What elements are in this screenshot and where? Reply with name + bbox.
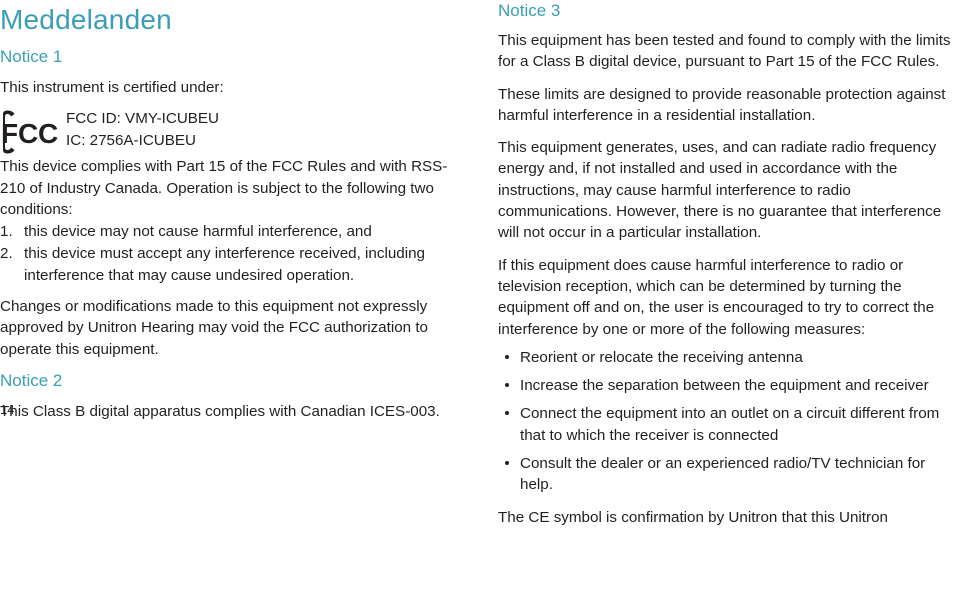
list-item: Connect the equipment into an outlet on … xyxy=(498,403,959,446)
measure-text: Consult the dealer or an experienced rad… xyxy=(520,455,926,494)
fcc-id-values: FCC ID: VMY-ICUBEU IC: 2756A-ICUBEU xyxy=(66,108,219,152)
measure-text: Reorient or relocate the receiving anten… xyxy=(520,348,803,366)
bullet-icon xyxy=(505,461,509,466)
svg-text:F: F xyxy=(1,118,18,149)
notice-1-section: Notice 1 This instrument is certified un… xyxy=(0,46,470,360)
measures-list: Reorient or relocate the receiving anten… xyxy=(498,347,959,496)
notice-1-heading: Notice 1 xyxy=(0,47,63,66)
svg-text:C: C xyxy=(38,118,58,149)
notice-3-paragraph: This equipment generates, uses, and can … xyxy=(498,139,942,242)
condition-text: this device must accept any interference… xyxy=(24,245,425,284)
svg-text:C: C xyxy=(18,118,38,149)
measure-text: Connect the equipment into an outlet on … xyxy=(520,405,940,444)
condition-number: 1. xyxy=(0,223,13,241)
notice-2-heading: Notice 2 xyxy=(0,370,63,390)
page-title: Meddelanden xyxy=(0,4,172,35)
page-number: 14 xyxy=(0,402,15,418)
list-item: Increase the separation between the equi… xyxy=(498,375,959,396)
list-item: Consult the dealer or an experienced rad… xyxy=(498,453,959,496)
notice-3-paragraph: These limits are designed to provide rea… xyxy=(498,85,946,124)
notice-2-section: Notice 2 This Class B digital apparatus … xyxy=(0,370,470,422)
notice-2-text: This Class B digital apparatus complies … xyxy=(0,402,440,420)
notice-3-closing: The CE symbol is confirmation by Unitron… xyxy=(498,508,888,526)
conditions-list: 1. this device may not cause harmful int… xyxy=(0,221,470,286)
compliance-text: This device complies with Part 15 of the… xyxy=(0,158,448,218)
measure-text: Increase the separation between the equi… xyxy=(520,377,929,395)
list-item: 1. this device may not cause harmful int… xyxy=(0,221,470,242)
changes-text: Changes or modifications made to this eq… xyxy=(0,298,429,358)
ic-id-text: IC: 2756A-ICUBEU xyxy=(66,132,196,150)
condition-number: 2. xyxy=(0,245,13,263)
notice-1-intro: This instrument is certified under: xyxy=(0,79,224,96)
notice-3-heading: Notice 3 xyxy=(498,1,561,20)
fcc-logo: FCC F C C xyxy=(0,110,58,154)
list-item: 2. this device must accept any interfere… xyxy=(0,243,470,286)
notice-3-paragraph: This equipment has been tested and found… xyxy=(498,32,951,71)
notice-3-paragraph: If this equipment does cause harmful int… xyxy=(498,256,935,338)
list-item: Reorient or relocate the receiving anten… xyxy=(498,347,959,368)
bullet-icon xyxy=(505,411,509,416)
fcc-id-text: FCC ID: VMY-ICUBEU xyxy=(66,110,220,128)
bullet-icon xyxy=(505,383,509,388)
fcc-id-row: FCC F C C FCC ID: VMY-ICUBEU IC: 2756A-I… xyxy=(0,108,470,154)
condition-text: this device may not cause harmful interf… xyxy=(24,223,372,241)
right-column: Notice 3 This equipment has been tested … xyxy=(498,0,959,528)
left-column: Meddelanden Notice 1 This instrument is … xyxy=(0,0,470,422)
bullet-icon xyxy=(505,354,509,359)
document-page: Meddelanden Notice 1 This instrument is … xyxy=(0,0,959,607)
